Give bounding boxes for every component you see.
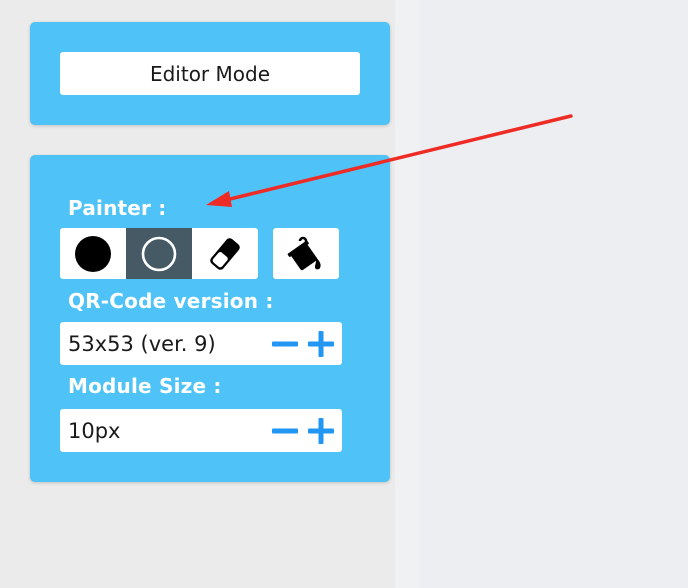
minus-icon xyxy=(272,428,298,433)
outline-circle-icon xyxy=(141,236,177,271)
module-size-decrease-button[interactable] xyxy=(270,409,300,452)
eraser-icon xyxy=(210,237,240,270)
paint-bucket-icon xyxy=(287,236,321,270)
editor-mode-panel: Editor Mode xyxy=(30,22,390,125)
filled-circle-tool-button[interactable] xyxy=(60,228,126,279)
qr-version-label: QR-Code version : xyxy=(68,289,274,313)
plus-icon xyxy=(308,417,334,444)
filled-circle-icon xyxy=(75,235,111,272)
editor-mode-button[interactable]: Editor Mode xyxy=(60,52,360,95)
minus-icon xyxy=(272,341,298,346)
module-size-stepper: 10px xyxy=(60,409,342,452)
painter-tool-group xyxy=(60,228,258,279)
painter-label: Painter : xyxy=(68,196,167,220)
qr-version-decrease-button[interactable] xyxy=(270,322,300,365)
module-size-increase-button[interactable] xyxy=(306,409,336,452)
divider-strip xyxy=(395,0,420,588)
outline-circle-tool-button[interactable] xyxy=(126,228,192,279)
qr-version-value: 53x53 (ver. 9) xyxy=(68,331,216,356)
module-size-label: Module Size : xyxy=(68,374,222,398)
settings-panel: Painter : QR-Code version: 53x53 (ver. … xyxy=(30,155,390,482)
plus-icon xyxy=(308,330,334,357)
eraser-tool-button[interactable] xyxy=(192,228,258,279)
module-size-value: 10px xyxy=(68,418,121,443)
paint-bucket-tool-button[interactable] xyxy=(273,228,339,279)
qr-version-stepper: 53x53 (ver. 9) xyxy=(60,322,342,365)
qr-version-increase-button[interactable] xyxy=(306,322,336,365)
